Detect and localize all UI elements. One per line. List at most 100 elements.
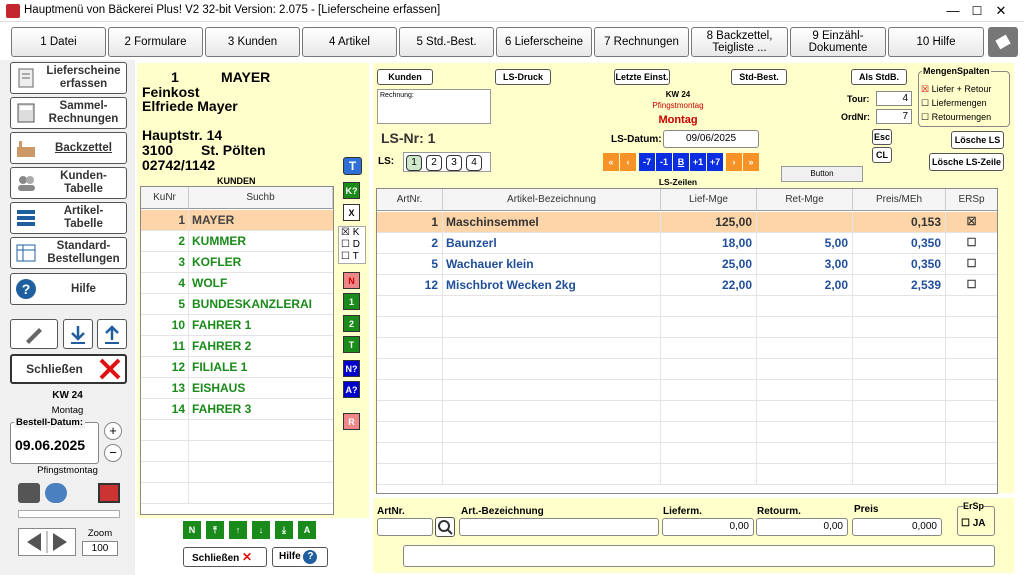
entry-preis-input[interactable]: 0,000 <box>852 518 942 536</box>
teamviewer-icon[interactable] <box>45 483 67 503</box>
table-row[interactable]: 1 Maschinsemmel 125,00 0,153 ☒ <box>377 212 997 233</box>
col-ret-mge[interactable]: Ret-Mge <box>757 189 853 211</box>
table-row[interactable]: 1 MAYER <box>141 210 333 231</box>
date-nav-3[interactable]: -1 <box>656 153 672 171</box>
menu-hilfe[interactable]: 10 Hilfe <box>888 27 984 57</box>
ticket-icon[interactable] <box>988 27 1018 57</box>
table-row[interactable]: 14 FAHRER 3 <box>141 399 333 420</box>
nav-arrows[interactable] <box>18 528 76 556</box>
ls-ersp-checkbox[interactable]: ☐ <box>946 254 997 275</box>
ls-tab-2[interactable]: 2 <box>426 155 442 171</box>
bestell-datum-value[interactable]: 09.06.2025 <box>15 437 85 453</box>
note-input[interactable] <box>403 545 995 567</box>
ls-tab-1[interactable]: 1 <box>406 155 422 171</box>
col-suchb[interactable]: Suchb <box>189 187 333 209</box>
ls-druck-button[interactable]: LS-Druck <box>495 69 551 85</box>
last-arrow-icon[interactable]: ⤓ <box>275 521 293 539</box>
loesche-zeile-button[interactable]: Lösche LS-Zeile <box>929 153 1004 171</box>
table-row[interactable]: 12 FILIALE 1 <box>141 357 333 378</box>
n-green-button[interactable]: N <box>183 521 201 539</box>
r-button[interactable]: R <box>343 413 360 430</box>
table-row[interactable]: 4 WOLF <box>141 273 333 294</box>
menu-kunden[interactable]: 3 Kunden <box>205 27 300 57</box>
upload-button[interactable] <box>97 319 127 349</box>
menu-formulare[interactable]: 2 Formulare <box>108 27 203 57</box>
ordnr-input[interactable]: 7 <box>876 109 912 124</box>
kdt-checkboxes[interactable]: ☒ K ☐ D ☐ T <box>338 226 366 264</box>
ls-datum-input[interactable]: 09/06/2025 <box>663 130 759 148</box>
esc-button[interactable]: Esc <box>872 129 892 145</box>
opt-liefer-retour[interactable]: ☒ Liefer + Retour <box>921 84 991 95</box>
t-button[interactable]: T <box>343 157 362 175</box>
close-window-button[interactable]: ✕ <box>978 0 1024 22</box>
col-preis[interactable]: Preis/MEh <box>853 189 946 211</box>
als-stdb-button[interactable]: Als StdB. <box>851 69 907 85</box>
date-nav-5[interactable]: +1 <box>690 153 706 171</box>
menu-einzaehl[interactable]: 9 Einzähl- Dokumente <box>790 27 886 57</box>
col-ersp[interactable]: ERSp <box>946 189 997 211</box>
opt-retourmengen[interactable]: ☐ Retourmengen <box>921 112 991 123</box>
zoom-out-icon[interactable]: − <box>104 444 122 462</box>
rechnung-box[interactable]: Rechnung: <box>377 89 491 124</box>
date-nav-2[interactable]: -7 <box>639 153 655 171</box>
menu-datei[interactable]: 1 Datei <box>11 27 106 57</box>
entry-artnr-input[interactable] <box>377 518 433 536</box>
sidebar-lieferscheine[interactable]: Lieferscheine erfassen <box>10 62 127 94</box>
a-search-button[interactable]: A? <box>343 381 360 398</box>
date-nav-8[interactable]: » <box>743 153 759 171</box>
two-button[interactable]: 2 <box>343 315 360 332</box>
table-row[interactable]: 2 Baunzerl 18,00 5,00 0,350 ☐ <box>377 233 997 254</box>
sidebar-backzettel[interactable]: Backzettel <box>10 132 127 164</box>
n-red-button[interactable]: N <box>343 272 360 289</box>
table-row[interactable]: 5 BUNDESKANZLERAI <box>141 294 333 315</box>
menu-std-best[interactable]: 5 Std.-Best. <box>399 27 494 57</box>
entry-lief-input[interactable]: 0,00 <box>662 518 754 536</box>
date-nav-1[interactable]: ‹ <box>620 153 636 171</box>
ls-ersp-checkbox[interactable]: ☐ <box>946 233 997 254</box>
entry-bez-input[interactable] <box>459 518 659 536</box>
t-green-button[interactable]: T <box>343 336 360 353</box>
menu-rechnungen[interactable]: 7 Rechnungen <box>594 27 689 57</box>
menu-artikel[interactable]: 4 Artikel <box>302 27 397 57</box>
col-artnr[interactable]: ArtNr. <box>377 189 443 211</box>
x-button[interactable]: X <box>343 204 360 221</box>
date-nav-0[interactable]: « <box>603 153 619 171</box>
table-row[interactable]: 3 KOFLER <box>141 252 333 273</box>
letzte-einst-button[interactable]: Letzte Einst. <box>614 69 670 85</box>
generic-button[interactable]: Button <box>781 166 863 182</box>
up-arrow-icon[interactable]: ↑ <box>229 521 247 539</box>
sidebar-standard-bestellungen[interactable]: Standard- Bestellungen <box>10 237 127 269</box>
sidebar-sammelrechnungen[interactable]: Sammel- Rechnungen <box>10 97 127 129</box>
sidebar-artikel-tabelle[interactable]: Artikel- Tabelle <box>10 202 127 234</box>
date-nav-7[interactable]: › <box>726 153 742 171</box>
schliessen-small-button[interactable]: Schließen ✕ <box>183 547 267 567</box>
table-row[interactable]: 5 Wachauer klein 25,00 3,00 0,350 ☐ <box>377 254 997 275</box>
zoom-input[interactable]: 100 <box>82 541 118 556</box>
col-lief-mge[interactable]: Lief-Mge <box>661 189 757 211</box>
ls-tab-4[interactable]: 4 <box>466 155 482 171</box>
k-search-button[interactable]: K? <box>343 182 360 199</box>
camera-icon[interactable] <box>18 483 40 503</box>
tour-input[interactable]: 4 <box>876 91 912 106</box>
sidebar-hilfe[interactable]: ? Hilfe <box>10 273 127 305</box>
ls-ersp-checkbox[interactable]: ☒ <box>946 212 997 233</box>
table-row[interactable]: 12 Mischbrot Wecken 2kg 22,00 2,00 2,539 ☐ <box>377 275 997 296</box>
opt-liefermengen[interactable]: ☐ Liefermengen <box>921 98 987 109</box>
edit-button[interactable] <box>10 319 58 349</box>
hilfe-small-button[interactable]: Hilfe ? <box>272 547 328 567</box>
menu-lieferscheine[interactable]: 6 Lieferscheine <box>496 27 592 57</box>
menu-backzettel[interactable]: 8 Backzettel, Teigliste ... <box>691 27 788 57</box>
one-button[interactable]: 1 <box>343 293 360 310</box>
n-search-button[interactable]: N? <box>343 360 360 377</box>
date-nav-6[interactable]: +7 <box>707 153 723 171</box>
download-button[interactable] <box>63 319 93 349</box>
sidebar-kunden-tabelle[interactable]: Kunden- Tabelle <box>10 167 127 199</box>
col-bezeichnung[interactable]: Artikel-Bezeichnung <box>443 189 661 211</box>
down-arrow-icon[interactable]: ↓ <box>252 521 270 539</box>
col-kunr[interactable]: KuNr <box>141 187 189 209</box>
a-green-button[interactable]: A <box>298 521 316 539</box>
table-row[interactable]: 13 EISHAUS <box>141 378 333 399</box>
ersp-ja[interactable]: ☐ JA <box>961 518 986 529</box>
table-row[interactable]: 2 KUMMER <box>141 231 333 252</box>
cl-button[interactable]: CL <box>872 147 892 163</box>
